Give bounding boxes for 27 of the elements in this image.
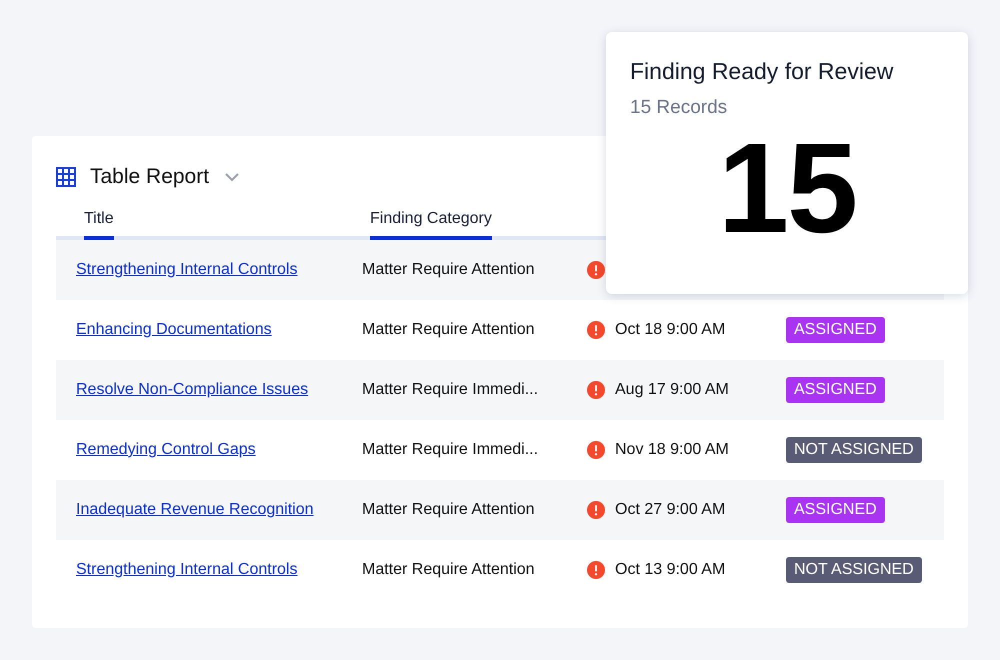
- report-title: Table Report: [90, 165, 210, 189]
- finding-link[interactable]: Strengthening Internal Controls: [76, 261, 298, 279]
- table-cell: Matter Require Immedi...: [362, 381, 538, 399]
- date-cell: Oct 27 9:00 AM: [615, 501, 726, 519]
- table-cell: Matter Require Attention: [362, 561, 535, 579]
- date-cell: Oct 18 9:00 AM: [615, 321, 726, 339]
- finding-link[interactable]: Inadequate Revenue Recognition: [76, 501, 314, 519]
- grid-icon: [56, 167, 76, 187]
- finding-link[interactable]: Enhancing Documentations: [76, 321, 272, 339]
- finding-link[interactable]: Strengthening Internal Controls: [76, 561, 298, 579]
- status-badge: ASSIGNED: [786, 497, 885, 523]
- status-badge: NOT ASSIGNED: [786, 557, 922, 583]
- finding-link[interactable]: Resolve Non-Compliance Issues: [76, 381, 308, 399]
- status-badge: ASSIGNED: [786, 317, 885, 343]
- date-cell: Aug 17 9:00 AM: [615, 381, 729, 399]
- table-cell: Matter Require Attention: [362, 501, 535, 519]
- status-badge: ASSIGNED: [786, 377, 885, 403]
- date-cell: Nov 18 9:00 AM: [615, 441, 729, 459]
- date-cell: Oct 13 9:00 AM: [615, 561, 726, 579]
- status-badge: NOT ASSIGNED: [786, 437, 922, 463]
- table-cell: Matter Require Immedi...: [362, 441, 538, 459]
- finding-link[interactable]: Remedying Control Gaps: [76, 441, 256, 459]
- record-count: 15: [716, 125, 858, 253]
- card-subtitle: 15 Records: [630, 97, 728, 119]
- table-cell: Matter Require Attention: [362, 261, 535, 279]
- table-cell: Matter Require Attention: [362, 321, 535, 339]
- card-title: Finding Ready for Review: [630, 58, 894, 85]
